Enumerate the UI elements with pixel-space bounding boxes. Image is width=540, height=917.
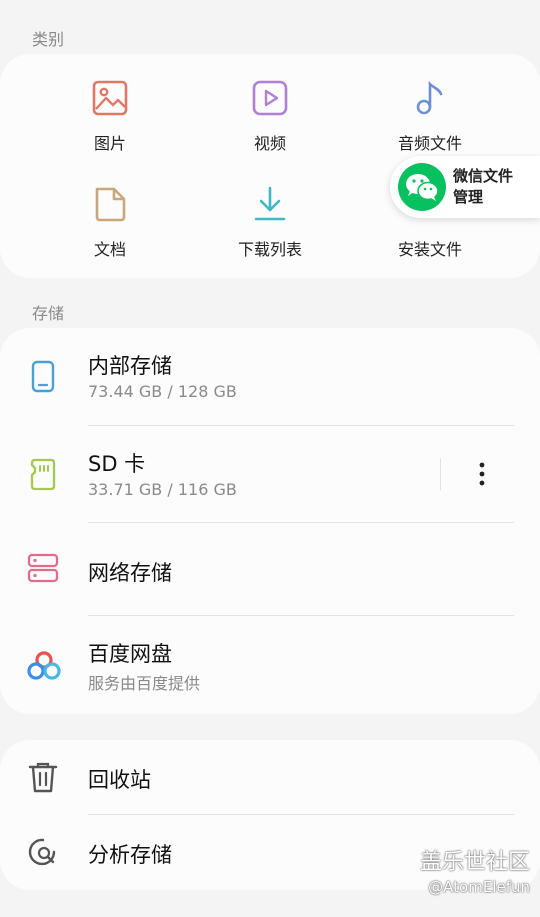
wechat-label-line1: 微信文件 xyxy=(453,167,514,185)
storage-usage: 73.44 GB / 128 GB xyxy=(88,382,237,401)
category-label: 文档 xyxy=(93,240,126,259)
video-icon xyxy=(252,80,288,116)
category-documents[interactable]: 文档 xyxy=(30,184,190,260)
wechat-file-manager-bubble[interactable]: 微信文件 管理 xyxy=(390,156,540,218)
phone-icon xyxy=(31,360,55,393)
wechat-label-line2: 管理 xyxy=(453,188,484,206)
category-videos[interactable]: 视频 xyxy=(190,78,350,154)
sd-card-icon xyxy=(30,458,56,491)
category-downloads[interactable]: 下载列表 xyxy=(190,184,350,260)
category-label: 下载列表 xyxy=(237,240,302,259)
tool-title: 分析存储 xyxy=(88,843,172,867)
storage-title: 百度网盘 xyxy=(88,642,172,666)
category-label: 图片 xyxy=(93,134,126,153)
recycle-bin[interactable]: 回收站 xyxy=(0,740,540,814)
storage-header: 存储 xyxy=(32,304,65,323)
analyze-storage-icon xyxy=(28,838,56,866)
music-note-icon xyxy=(416,80,443,115)
download-icon xyxy=(254,186,286,221)
category-images[interactable]: 图片 xyxy=(30,78,190,154)
storage-subtitle: 服务由百度提供 xyxy=(88,674,201,693)
document-icon xyxy=(95,187,126,222)
network-storage-icon xyxy=(27,553,59,583)
wechat-icon xyxy=(398,163,446,211)
more-options-icon[interactable] xyxy=(470,459,494,489)
storage-title: 网络存储 xyxy=(88,561,172,585)
storage-internal[interactable]: 内部存储 73.44 GB / 128 GB xyxy=(0,328,540,425)
storage-baidu-netdisk[interactable]: 百度网盘 服务由百度提供 xyxy=(0,616,540,714)
category-label: 视频 xyxy=(253,134,286,153)
category-label: 音频文件 xyxy=(397,134,462,153)
trash-icon xyxy=(28,762,58,793)
tool-title: 回收站 xyxy=(88,768,151,792)
categories-header: 类别 xyxy=(32,30,65,49)
baidu-netdisk-icon xyxy=(27,651,61,680)
storage-network[interactable]: 网络存储 xyxy=(0,523,540,615)
storage-usage: 33.71 GB / 116 GB xyxy=(88,480,237,499)
image-icon xyxy=(92,80,128,116)
storage-sd-card[interactable]: SD 卡 33.71 GB / 116 GB xyxy=(0,426,540,522)
watermark-handle: @AtomElefun xyxy=(428,878,530,896)
category-label: 安装文件 xyxy=(397,240,462,259)
vertical-divider xyxy=(440,458,441,490)
category-audio[interactable]: 音频文件 xyxy=(350,78,510,154)
storage-card: 内部存储 73.44 GB / 128 GB SD 卡 33.71 GB / 1… xyxy=(0,328,540,714)
storage-title: 内部存储 xyxy=(88,354,172,378)
watermark-community: 盖乐世社区 xyxy=(419,850,530,875)
storage-title: SD 卡 xyxy=(88,452,146,476)
